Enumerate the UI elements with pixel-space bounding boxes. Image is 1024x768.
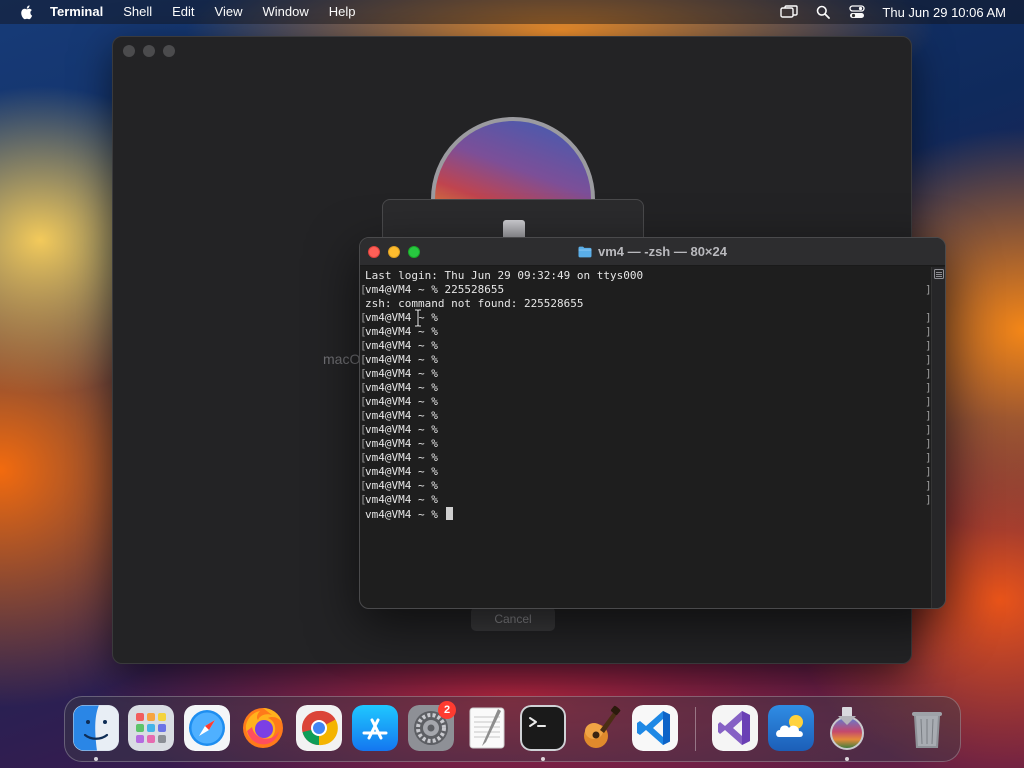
- dock-item-chrome[interactable]: [296, 705, 342, 751]
- dock-item-weather[interactable]: [768, 705, 814, 751]
- apple-icon[interactable]: [18, 3, 36, 21]
- terminal-window[interactable]: vm4 — -zsh — 80×24 Last login: Thu Jun 2…: [359, 237, 946, 609]
- dock-item-safari[interactable]: [184, 705, 230, 751]
- garageband-icon: [584, 705, 621, 748]
- terminal-line: [vm4@VM4 ~ %]: [360, 493, 932, 506]
- menu-extras: Thu Jun 29 10:06 AM: [780, 0, 1024, 24]
- ibeam-cursor-icon: [415, 309, 421, 327]
- dock-item-system-settings[interactable]: 2: [408, 701, 456, 751]
- dock-item-app-store[interactable]: [352, 705, 398, 751]
- dock-item-visual-studio[interactable]: [712, 705, 758, 751]
- terminal-title: vm4 — -zsh — 80×24: [578, 244, 727, 259]
- dock-item-vscode[interactable]: [632, 705, 678, 751]
- terminal-line: zsh: command not found: 225528655: [365, 297, 584, 310]
- installer-close-button[interactable]: [123, 45, 135, 57]
- minimize-button[interactable]: [388, 246, 400, 258]
- installer-title-text: macO: [323, 351, 361, 367]
- dock-item-launchpad[interactable]: [128, 705, 174, 751]
- dock-item-trash[interactable]: [904, 705, 950, 751]
- terminal-line: Last login: Thu Jun 29 09:32:49 on ttys0…: [365, 269, 644, 282]
- terminal-line: [vm4@VM4 ~ %]: [360, 311, 932, 324]
- terminal-line: [vm4@VM4 ~ % 225528655]: [360, 283, 932, 296]
- terminal-title-text: vm4 — -zsh — 80×24: [598, 244, 727, 259]
- terminal-line: [vm4@VM4 ~ %]: [360, 465, 932, 478]
- notification-badge: 2: [438, 701, 456, 719]
- terminal-line: [vm4@VM4 ~ %]: [360, 437, 932, 450]
- firefox-icon: [243, 708, 283, 748]
- running-indicator: [94, 757, 98, 761]
- terminal-line: [vm4@VM4 ~ %]: [360, 367, 932, 380]
- terminal-line: [vm4@VM4 ~ %]: [360, 409, 932, 422]
- screen-mirroring-icon[interactable]: [780, 3, 799, 21]
- chrome-icon: [296, 705, 342, 751]
- control-center-icon[interactable]: [848, 3, 866, 21]
- dock-separator: [695, 707, 696, 751]
- terminal-line: [vm4@VM4 ~ %]: [360, 395, 932, 408]
- app-store-icon: [352, 705, 398, 751]
- terminal-line: [vm4@VM4 ~ %]: [360, 339, 932, 352]
- installer-window-controls: [123, 45, 183, 57]
- terminal-icon: [520, 705, 566, 751]
- textedit-icon: [469, 707, 505, 749]
- trash-icon: [912, 712, 942, 748]
- spotlight-search-icon[interactable]: [814, 3, 832, 21]
- menu-view[interactable]: View: [215, 0, 243, 24]
- dock-item-finder[interactable]: [72, 704, 120, 761]
- zoom-button[interactable]: [408, 246, 420, 258]
- dock-item-firefox[interactable]: [240, 705, 286, 751]
- terminal-output[interactable]: Last login: Thu Jun 29 09:32:49 on ttys0…: [360, 267, 932, 608]
- terminal-prompt-line[interactable]: vm4@VM4 ~ %: [365, 507, 931, 521]
- menu-window[interactable]: Window: [263, 0, 309, 24]
- terminal-line: [vm4@VM4 ~ %]: [360, 353, 932, 366]
- running-indicator: [845, 757, 849, 761]
- terminal-titlebar[interactable]: vm4 — -zsh — 80×24: [360, 238, 945, 266]
- menu-app-terminal[interactable]: Terminal: [50, 0, 103, 24]
- vscode-icon: [632, 705, 678, 751]
- text-cursor: [446, 507, 454, 520]
- menu-help[interactable]: Help: [329, 0, 356, 24]
- menu-bar: Terminal Shell Edit View Window Help Thu…: [0, 0, 1024, 24]
- installer-minimize-button[interactable]: [143, 45, 155, 57]
- split-pane-icon[interactable]: [934, 269, 944, 279]
- terminal-line: [vm4@VM4 ~ %]: [360, 381, 932, 394]
- terminal-line: [vm4@VM4 ~ %]: [360, 423, 932, 436]
- terminal-line: [vm4@VM4 ~ %]: [360, 479, 932, 492]
- terminal-line: [vm4@VM4 ~ %]: [360, 325, 932, 338]
- terminal-line: [vm4@VM4 ~ %]: [360, 451, 932, 464]
- terminal-window-controls: [368, 246, 428, 258]
- menu-edit[interactable]: Edit: [172, 0, 194, 24]
- dock: 2: [64, 696, 961, 762]
- dock-item-terminal[interactable]: [520, 705, 566, 761]
- dock-item-garageband[interactable]: [576, 705, 622, 751]
- installer-zoom-button[interactable]: [163, 45, 175, 57]
- installer-cancel-button[interactable]: Cancel: [471, 607, 555, 631]
- folder-icon: [578, 246, 592, 257]
- weather-icon: [768, 705, 814, 751]
- menu-shell[interactable]: Shell: [123, 0, 152, 24]
- safari-icon: [184, 705, 230, 751]
- dock-item-textedit[interactable]: [464, 705, 510, 751]
- close-button[interactable]: [368, 246, 380, 258]
- menu-clock[interactable]: Thu Jun 29 10:06 AM: [882, 5, 1006, 20]
- install-macos-icon: [830, 707, 864, 750]
- running-indicator: [541, 757, 545, 761]
- visual-studio-icon: [712, 705, 758, 751]
- dock-item-install-macos[interactable]: [824, 705, 870, 761]
- terminal-scrollbar[interactable]: [931, 267, 945, 608]
- finder-icon: [72, 704, 120, 752]
- launchpad-icon: [128, 705, 174, 751]
